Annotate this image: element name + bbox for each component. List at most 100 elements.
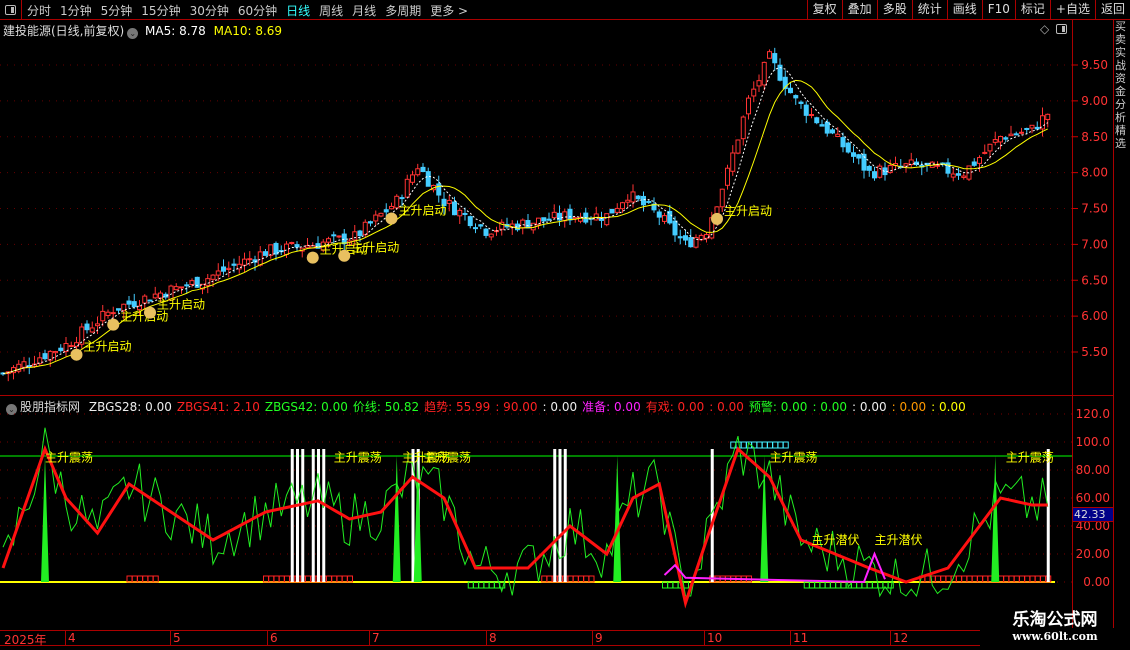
candle (793, 95, 799, 99)
candle (630, 191, 636, 203)
candle (352, 231, 358, 241)
month-label: 2025年 (4, 633, 47, 647)
candle (410, 174, 415, 183)
candle (520, 219, 526, 229)
candle (331, 234, 337, 237)
signal-label: 主升启动 (157, 298, 205, 312)
candle (662, 215, 667, 222)
candle (1019, 131, 1024, 134)
candle (142, 295, 148, 304)
white-bar (317, 449, 320, 582)
candle (1003, 137, 1009, 140)
price-tick-label: 9.50 (1081, 58, 1108, 72)
candle (89, 327, 95, 333)
cyan-box (772, 441, 779, 449)
candle (184, 284, 190, 287)
candle (866, 165, 872, 171)
candle (935, 164, 940, 167)
candle (488, 233, 494, 238)
candle (399, 197, 405, 200)
candle (635, 195, 641, 200)
candle (803, 104, 809, 116)
white-bar (558, 449, 562, 582)
white-bar (553, 449, 557, 582)
candle (462, 212, 468, 215)
candle (845, 142, 851, 153)
candle (908, 159, 914, 166)
money-bag-icon (144, 306, 156, 319)
candle (273, 242, 279, 255)
month-label: 6 (267, 631, 278, 646)
candle (215, 270, 221, 276)
candle (478, 224, 484, 227)
cyan-box (782, 441, 789, 449)
candle (247, 258, 253, 261)
indicator-tick-label: 120.0 (1076, 407, 1110, 421)
candle (672, 220, 678, 236)
candle (42, 353, 48, 360)
candle (756, 80, 762, 87)
cyan-box (761, 441, 768, 449)
candle (1034, 126, 1040, 130)
candle (525, 220, 531, 229)
candle (294, 244, 300, 248)
chart-canvas[interactable]: 9.509.008.508.007.507.006.506.005.50120.… (0, 0, 1130, 650)
candle (284, 243, 289, 255)
indicator-tick-label: 100.0 (1076, 435, 1110, 449)
month-label: 4 (65, 631, 76, 646)
green-spike (392, 456, 401, 582)
candle (987, 143, 993, 152)
candle (1029, 124, 1035, 129)
date-axis: 2025年 4 5 6 7 8 9 10 11 12 (0, 630, 980, 647)
candle (950, 173, 956, 178)
candle (1045, 113, 1051, 120)
month-label: 11 (790, 631, 808, 646)
price-tick-label: 6.00 (1081, 309, 1108, 323)
candle (179, 286, 184, 289)
candle (147, 299, 153, 302)
candle (105, 311, 111, 317)
price-tick-label: 9.00 (1081, 94, 1108, 108)
candle (21, 361, 27, 368)
price-tick-label: 8.00 (1081, 166, 1108, 180)
candle (383, 209, 389, 213)
candle (221, 266, 226, 272)
candle (425, 171, 431, 187)
candle (814, 117, 820, 124)
candle (620, 202, 625, 210)
white-bar (296, 449, 299, 582)
ma5-line (2, 67, 1049, 375)
month-label: 10 (704, 631, 722, 646)
month-label: 9 (592, 631, 603, 646)
candle (625, 199, 631, 203)
candle (47, 350, 53, 361)
cyan-box (767, 441, 773, 449)
money-bag-icon (107, 318, 120, 331)
signal-label: 主升启动 (351, 241, 399, 255)
candle (609, 208, 615, 214)
candle (368, 221, 373, 224)
price-tick-label: 5.50 (1081, 345, 1108, 359)
candle (798, 101, 804, 104)
candle (877, 165, 883, 178)
cyan-box (740, 441, 747, 449)
white-bar (301, 449, 305, 582)
candle (735, 139, 741, 154)
candle (982, 151, 988, 154)
price-tick-label: 7.00 (1081, 237, 1108, 251)
candle (746, 97, 751, 115)
white-bar (290, 449, 294, 582)
candle (992, 139, 998, 143)
candle (751, 88, 757, 97)
candle (840, 137, 846, 148)
candle (378, 212, 384, 217)
white-bar (563, 449, 567, 582)
money-bag-icon (385, 212, 398, 225)
cyan-box (756, 441, 763, 449)
candle (226, 267, 232, 270)
ma10-line (2, 79, 1048, 375)
white-bar (311, 449, 315, 582)
candle (415, 168, 421, 176)
candle (457, 209, 463, 217)
candle (998, 135, 1003, 143)
